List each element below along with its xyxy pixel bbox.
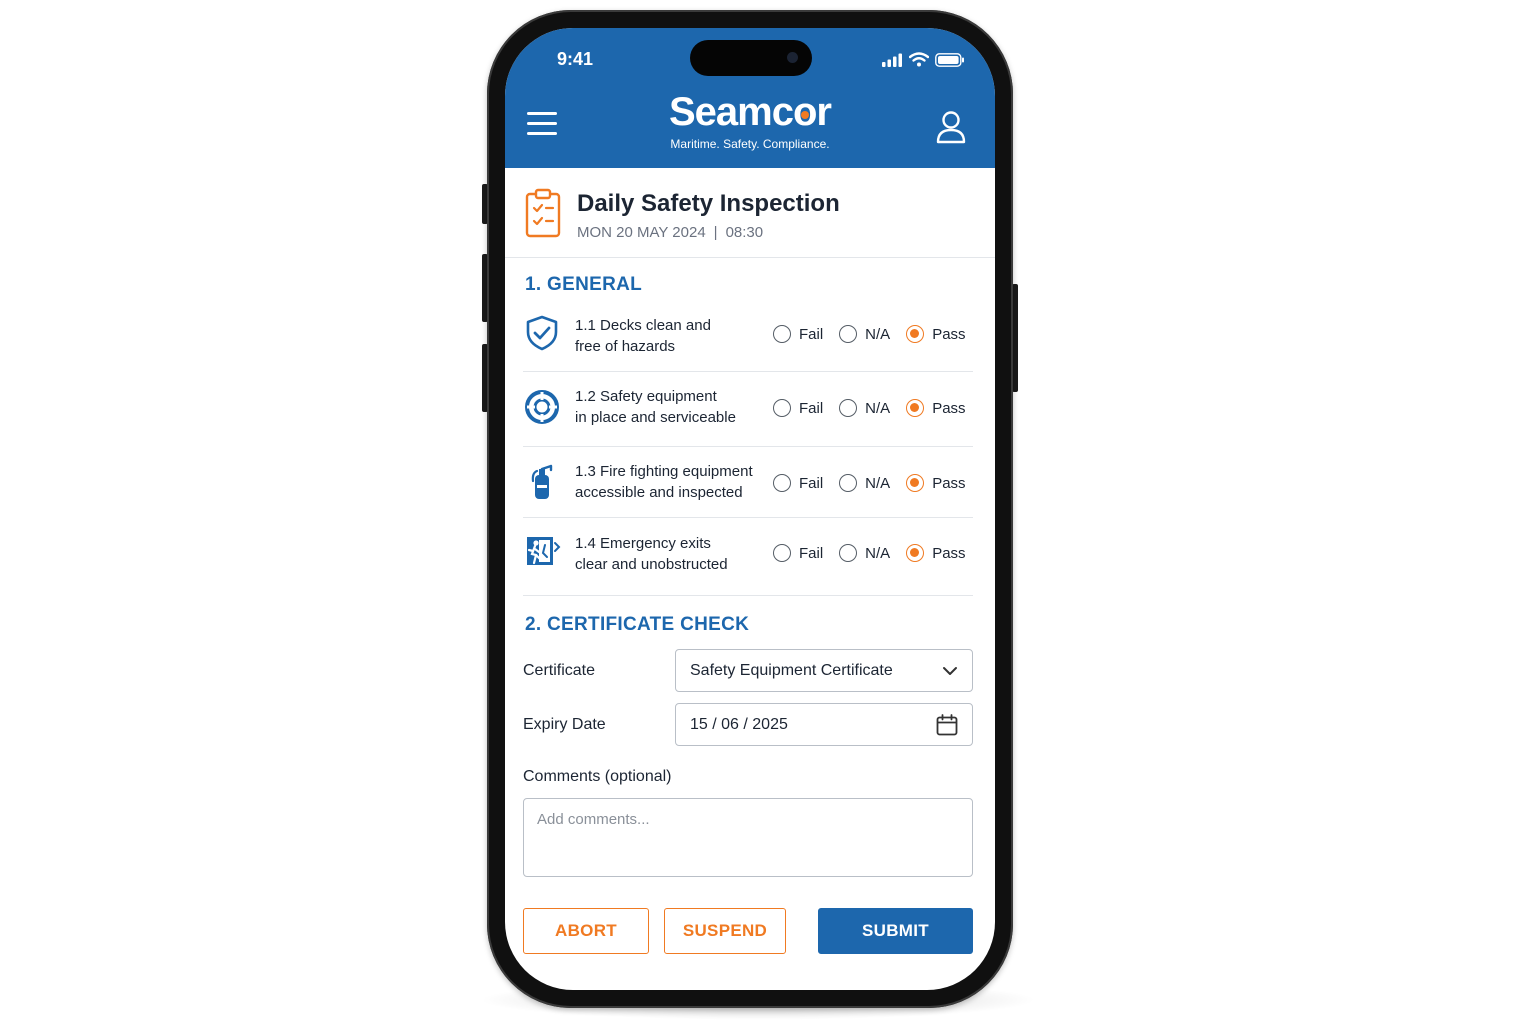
option-na[interactable]: N/A	[839, 325, 890, 343]
radio-pass[interactable]	[906, 325, 925, 343]
suspend-button[interactable]: SUSPEND	[664, 908, 786, 954]
radio-pass[interactable]	[906, 544, 925, 562]
profile-button[interactable]	[935, 110, 967, 144]
check-row-1-3: 1.3 Fire fighting equipment accessible an…	[523, 463, 973, 523]
row-divider	[523, 517, 973, 518]
phone-frame: 9:41 Seamcor Maritime. Safety. Complianc…	[487, 10, 1013, 1008]
comments-textarea[interactable]: Add comments...	[523, 798, 973, 877]
page-title: Daily Safety Inspection	[577, 190, 840, 217]
certificate-select[interactable]: Safety Equipment Certificate	[675, 649, 973, 692]
comments-label: Comments (optional)	[523, 768, 672, 785]
option-fail[interactable]: Fail	[773, 399, 823, 417]
option-na[interactable]: N/A	[839, 399, 890, 417]
check-label: 1.4 Emergency exits clear and unobstructe…	[575, 535, 728, 573]
submit-button[interactable]: SUBMIT	[818, 908, 973, 954]
user-icon	[936, 111, 966, 144]
comments-placeholder: Add comments...	[537, 811, 650, 828]
battery-icon	[935, 52, 964, 67]
inspection-title-block: Daily Safety Inspection MON 20 MAY 2024 |…	[525, 188, 995, 258]
radio-fail[interactable]	[773, 474, 791, 492]
fire-extinguisher-icon	[531, 464, 553, 499]
check-options: Fail N/A Pass	[773, 474, 966, 492]
inspection-datetime: MON 20 MAY 2024 | 08:30	[577, 224, 764, 241]
expiry-date-label: Expiry Date	[523, 716, 606, 733]
certificate-label: Certificate	[523, 662, 596, 679]
phone-screen: 9:41 Seamcor Maritime. Safety. Complianc…	[505, 28, 995, 990]
brand-name: Seamcor	[669, 90, 832, 134]
option-fail[interactable]: Fail	[773, 544, 823, 562]
check-label: 1.2 Safety equipment in place and service…	[575, 388, 736, 426]
radio-na[interactable]	[839, 474, 858, 492]
brand-tagline: Maritime. Safety. Compliance.	[670, 137, 830, 151]
expiry-date-value: 15 / 06 / 2025	[690, 715, 788, 733]
row-divider	[523, 595, 973, 596]
radio-fail[interactable]	[773, 325, 791, 343]
row-divider	[523, 446, 973, 447]
status-time: 9:41	[557, 49, 594, 69]
row-divider	[523, 371, 973, 372]
emergency-exit-icon	[527, 537, 561, 565]
signal-icon	[882, 53, 902, 67]
brand-logo: Seamcor Maritime. Safety. Compliance.	[505, 92, 995, 151]
check-row-1-2: 1.2 Safety equipment in place and service…	[523, 388, 973, 448]
inspection-date: MON 20 MAY 2024	[577, 224, 706, 241]
check-options: Fail N/A Pass	[773, 544, 966, 562]
option-pass[interactable]: Pass	[906, 544, 966, 562]
option-pass[interactable]: Pass	[906, 325, 966, 343]
option-na[interactable]: N/A	[839, 474, 890, 492]
check-row-1-1: 1.1 Decks clean and free of hazards Fail …	[523, 314, 973, 374]
radio-na[interactable]	[839, 399, 858, 417]
radio-pass[interactable]	[906, 399, 925, 417]
option-na[interactable]: N/A	[839, 544, 890, 562]
option-pass[interactable]: Pass	[906, 474, 966, 492]
radio-na[interactable]	[839, 544, 858, 562]
inspection-time: 08:30	[725, 224, 764, 241]
option-pass[interactable]: Pass	[906, 399, 966, 417]
status-icons	[881, 52, 965, 67]
check-label: 1.3 Fire fighting equipment accessible an…	[575, 463, 753, 501]
shield-check-icon	[526, 315, 558, 351]
radio-pass[interactable]	[906, 474, 925, 492]
check-options: Fail N/A Pass	[773, 399, 966, 417]
calendar-icon[interactable]	[936, 713, 958, 736]
option-fail[interactable]: Fail	[773, 325, 823, 343]
section-certificate-heading: 2. CERTIFICATE CHECK	[525, 614, 750, 635]
radio-fail[interactable]	[773, 399, 791, 417]
expiry-date-field[interactable]: 15 / 06 / 2025	[675, 703, 973, 746]
certificate-selected-value: Safety Equipment Certificate	[690, 661, 893, 679]
check-options: Fail N/A Pass	[773, 325, 966, 343]
chevron-down-icon	[943, 666, 957, 675]
section-general-heading: 1. GENERAL	[525, 274, 643, 295]
check-label: 1.1 Decks clean and free of hazards	[575, 317, 711, 355]
check-row-1-4: 1.4 Emergency exits clear and unobstructe…	[523, 533, 973, 593]
dynamic-island	[690, 40, 812, 76]
radio-na[interactable]	[839, 325, 858, 343]
abort-button[interactable]: ABORT	[523, 908, 649, 954]
title-divider	[505, 257, 995, 258]
clipboard-check-icon	[525, 188, 561, 238]
option-fail[interactable]: Fail	[773, 474, 823, 492]
lifebuoy-icon	[525, 390, 559, 424]
radio-fail[interactable]	[773, 544, 791, 562]
wifi-icon	[909, 52, 929, 67]
